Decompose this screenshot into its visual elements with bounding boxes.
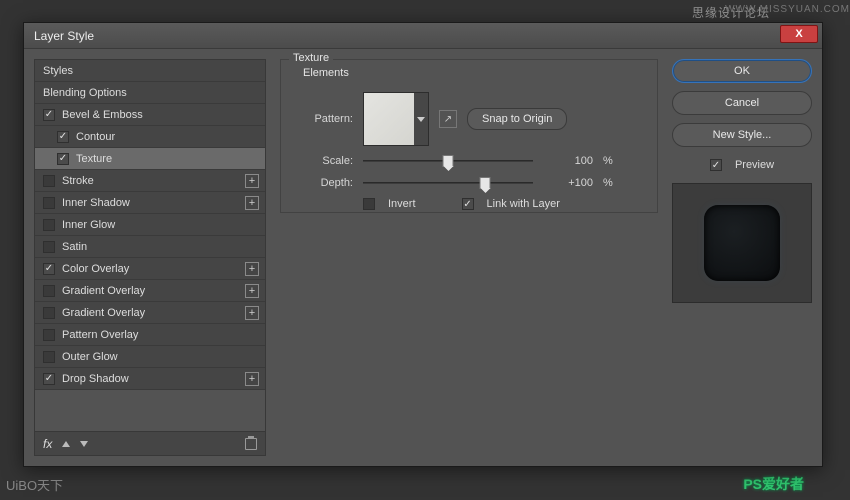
depth-slider[interactable]	[363, 176, 533, 190]
watermark-bottom-right: PS爱好者	[743, 474, 804, 494]
styles-panel: Styles Blending Options Bevel & Emboss C…	[34, 59, 266, 456]
check-preview[interactable]	[710, 159, 722, 171]
new-style-button[interactable]: New Style...	[672, 123, 812, 147]
scale-unit: %	[603, 155, 623, 167]
add-gradient-overlay-1-icon[interactable]: +	[245, 284, 259, 298]
label-drop-shadow: Drop Shadow	[62, 373, 257, 385]
scale-label: Scale:	[297, 155, 353, 167]
pattern-label: Pattern:	[297, 113, 353, 125]
row-inner-shadow[interactable]: Inner Shadow+	[35, 192, 265, 214]
dialog-title: Layer Style	[24, 29, 94, 43]
label-blending: Blending Options	[43, 87, 257, 99]
invert-label: Invert	[388, 198, 416, 210]
move-up-icon[interactable]	[62, 441, 70, 447]
fx-toolbar: fx	[34, 432, 266, 456]
check-texture[interactable]	[57, 153, 69, 165]
texture-group-title: Texture	[289, 52, 333, 64]
pattern-thumb	[364, 93, 414, 145]
trash-icon[interactable]	[245, 438, 257, 450]
row-color-overlay[interactable]: Color Overlay+	[35, 258, 265, 280]
label-inner-glow: Inner Glow	[62, 219, 257, 231]
depth-value[interactable]: +100	[543, 177, 593, 189]
close-button[interactable]: X	[780, 25, 818, 43]
check-stroke[interactable]	[43, 175, 55, 187]
depth-unit: %	[603, 177, 623, 189]
check-pattern-overlay[interactable]	[43, 329, 55, 341]
settings-panel: Texture Elements Pattern: Snap to Origin…	[280, 59, 658, 456]
row-inner-glow[interactable]: Inner Glow	[35, 214, 265, 236]
action-panel: OK Cancel New Style... Preview	[672, 59, 812, 456]
check-gradient-overlay-2[interactable]	[43, 307, 55, 319]
check-color-overlay[interactable]	[43, 263, 55, 275]
check-inner-glow[interactable]	[43, 219, 55, 231]
row-contour[interactable]: Contour	[35, 126, 265, 148]
move-down-icon[interactable]	[80, 441, 88, 447]
check-outer-glow[interactable]	[43, 351, 55, 363]
check-inner-shadow[interactable]	[43, 197, 55, 209]
label-contour: Contour	[76, 131, 257, 143]
label-gradient-overlay-1: Gradient Overlay	[62, 285, 257, 297]
row-gradient-overlay-2[interactable]: Gradient Overlay+	[35, 302, 265, 324]
texture-elements-label: Elements	[303, 67, 349, 79]
row-gradient-overlay-1[interactable]: Gradient Overlay+	[35, 280, 265, 302]
watermark-url: WWW.MISSYUAN.COM	[725, 4, 850, 15]
row-texture[interactable]: Texture	[35, 148, 265, 170]
label-bevel: Bevel & Emboss	[62, 109, 257, 121]
watermark-bottom-left: UiBO天下	[6, 475, 63, 494]
texture-group: Texture Elements Pattern: Snap to Origin…	[280, 59, 658, 213]
preview-label: Preview	[735, 159, 774, 171]
add-inner-shadow-icon[interactable]: +	[245, 196, 259, 210]
preview-thumb	[704, 205, 780, 281]
new-preset-icon[interactable]	[439, 110, 457, 128]
check-link-layer[interactable]	[462, 198, 474, 210]
row-bevel-emboss[interactable]: Bevel & Emboss	[35, 104, 265, 126]
scale-slider[interactable]	[363, 154, 533, 168]
row-stroke[interactable]: Stroke+	[35, 170, 265, 192]
cancel-button[interactable]: Cancel	[672, 91, 812, 115]
check-satin[interactable]	[43, 241, 55, 253]
check-gradient-overlay-1[interactable]	[43, 285, 55, 297]
row-blending-options[interactable]: Blending Options	[35, 82, 265, 104]
label-satin: Satin	[62, 241, 257, 253]
link-layer-label: Link with Layer	[487, 198, 560, 210]
row-pattern-overlay[interactable]: Pattern Overlay	[35, 324, 265, 346]
ok-button[interactable]: OK	[672, 59, 812, 83]
scale-thumb[interactable]	[443, 155, 454, 167]
add-color-overlay-icon[interactable]: +	[245, 262, 259, 276]
check-bevel[interactable]	[43, 109, 55, 121]
label-texture: Texture	[76, 153, 257, 165]
check-invert[interactable]	[363, 198, 375, 210]
titlebar[interactable]: Layer Style X	[24, 23, 822, 49]
label-color-overlay: Color Overlay	[62, 263, 257, 275]
pattern-dropdown-icon[interactable]	[414, 93, 428, 145]
depth-thumb[interactable]	[480, 177, 491, 189]
scale-value[interactable]: 100	[543, 155, 593, 167]
depth-label: Depth:	[297, 177, 353, 189]
add-drop-shadow-icon[interactable]: +	[245, 372, 259, 386]
styles-header[interactable]: Styles	[35, 60, 265, 82]
label-inner-shadow: Inner Shadow	[62, 197, 257, 209]
label-stroke: Stroke	[62, 175, 257, 187]
label-gradient-overlay-2: Gradient Overlay	[62, 307, 257, 319]
add-gradient-overlay-2-icon[interactable]: +	[245, 306, 259, 320]
label-pattern-overlay: Pattern Overlay	[62, 329, 257, 341]
label-outer-glow: Outer Glow	[62, 351, 257, 363]
layer-style-dialog: Layer Style X Styles Blending Options Be…	[23, 22, 823, 467]
row-drop-shadow[interactable]: Drop Shadow+	[35, 368, 265, 390]
row-satin[interactable]: Satin	[35, 236, 265, 258]
fx-label[interactable]: fx	[43, 437, 52, 451]
check-drop-shadow[interactable]	[43, 373, 55, 385]
styles-header-label: Styles	[43, 65, 257, 77]
pattern-swatch[interactable]	[363, 92, 429, 146]
snap-to-origin-button[interactable]: Snap to Origin	[467, 108, 567, 130]
add-stroke-icon[interactable]: +	[245, 174, 259, 188]
row-outer-glow[interactable]: Outer Glow	[35, 346, 265, 368]
check-contour[interactable]	[57, 131, 69, 143]
preview-box	[672, 183, 812, 303]
